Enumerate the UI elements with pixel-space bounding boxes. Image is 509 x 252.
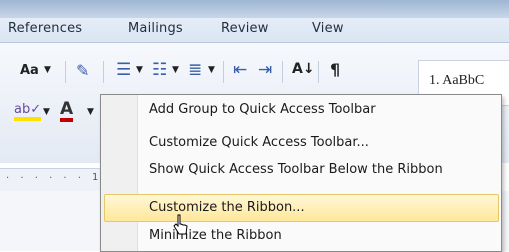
separator	[282, 61, 283, 83]
menu-item-label: Show Quick Access Toolbar Below the Ribb…	[149, 162, 443, 177]
separator	[318, 61, 319, 83]
menu-item-customize-ribbon[interactable]: Customize the Ribbon...	[104, 194, 499, 222]
ribbon-tab-bar: References Mailings Review View	[0, 18, 509, 43]
tab-review[interactable]: Review	[221, 21, 269, 36]
menu-item-add-group-qat[interactable]: Add Group to Quick Access Toolbar	[104, 97, 497, 123]
numbering-icon[interactable]: ☷	[152, 60, 167, 80]
hand-cursor-icon	[173, 214, 188, 235]
increase-indent-icon[interactable]: ⇥	[258, 60, 272, 80]
menu-item-customize-qat[interactable]: Customize Quick Access Toolbar...	[104, 130, 497, 156]
multilevel-list-icon[interactable]: ≣	[188, 60, 202, 80]
ruler-ticks: · · · · · ·	[6, 173, 85, 184]
clear-formatting-icon[interactable]: ✎	[76, 61, 89, 80]
tab-mailings[interactable]: Mailings	[128, 21, 183, 36]
pilcrow-icon[interactable]: ¶	[330, 60, 340, 79]
bullets-icon[interactable]: ☰	[116, 60, 131, 80]
menu-item-label: Customize Quick Access Toolbar...	[149, 135, 369, 150]
tab-view[interactable]: View	[312, 21, 344, 36]
menu-item-minimize-ribbon[interactable]: Minimize the Ribbon	[104, 223, 497, 249]
title-bar	[0, 0, 509, 19]
chevron-down-icon[interactable]: ▼	[208, 65, 215, 75]
ribbon-context-menu: Add Group to Quick Access Toolbar Custom…	[100, 94, 502, 252]
chevron-down-icon[interactable]: ▼	[172, 65, 179, 75]
separator	[103, 61, 104, 83]
text-highlight-icon[interactable]: ab✓	[14, 103, 42, 121]
change-case-button[interactable]: Aa	[20, 63, 39, 78]
tab-references[interactable]: References	[8, 21, 82, 36]
menu-item-show-qat-below[interactable]: Show Quick Access Toolbar Below the Ribb…	[104, 157, 497, 183]
font-color-button[interactable]: A	[60, 101, 74, 122]
chevron-down-icon[interactable]: ▼	[136, 65, 143, 75]
chevron-down-icon[interactable]: ▼	[87, 107, 94, 117]
ruler-mark: 1	[92, 172, 99, 183]
chevron-down-icon[interactable]: ▼	[43, 107, 50, 117]
menu-item-label: Minimize the Ribbon	[149, 228, 282, 243]
decrease-indent-icon[interactable]: ⇤	[233, 60, 247, 80]
chevron-down-icon[interactable]: ▼	[44, 65, 51, 75]
separator	[223, 61, 224, 83]
style-preview-text: 1. AaBbC	[429, 73, 485, 88]
sort-icon[interactable]: A↓	[292, 61, 315, 77]
separator	[65, 61, 66, 83]
menu-item-label: Add Group to Quick Access Toolbar	[149, 102, 376, 117]
